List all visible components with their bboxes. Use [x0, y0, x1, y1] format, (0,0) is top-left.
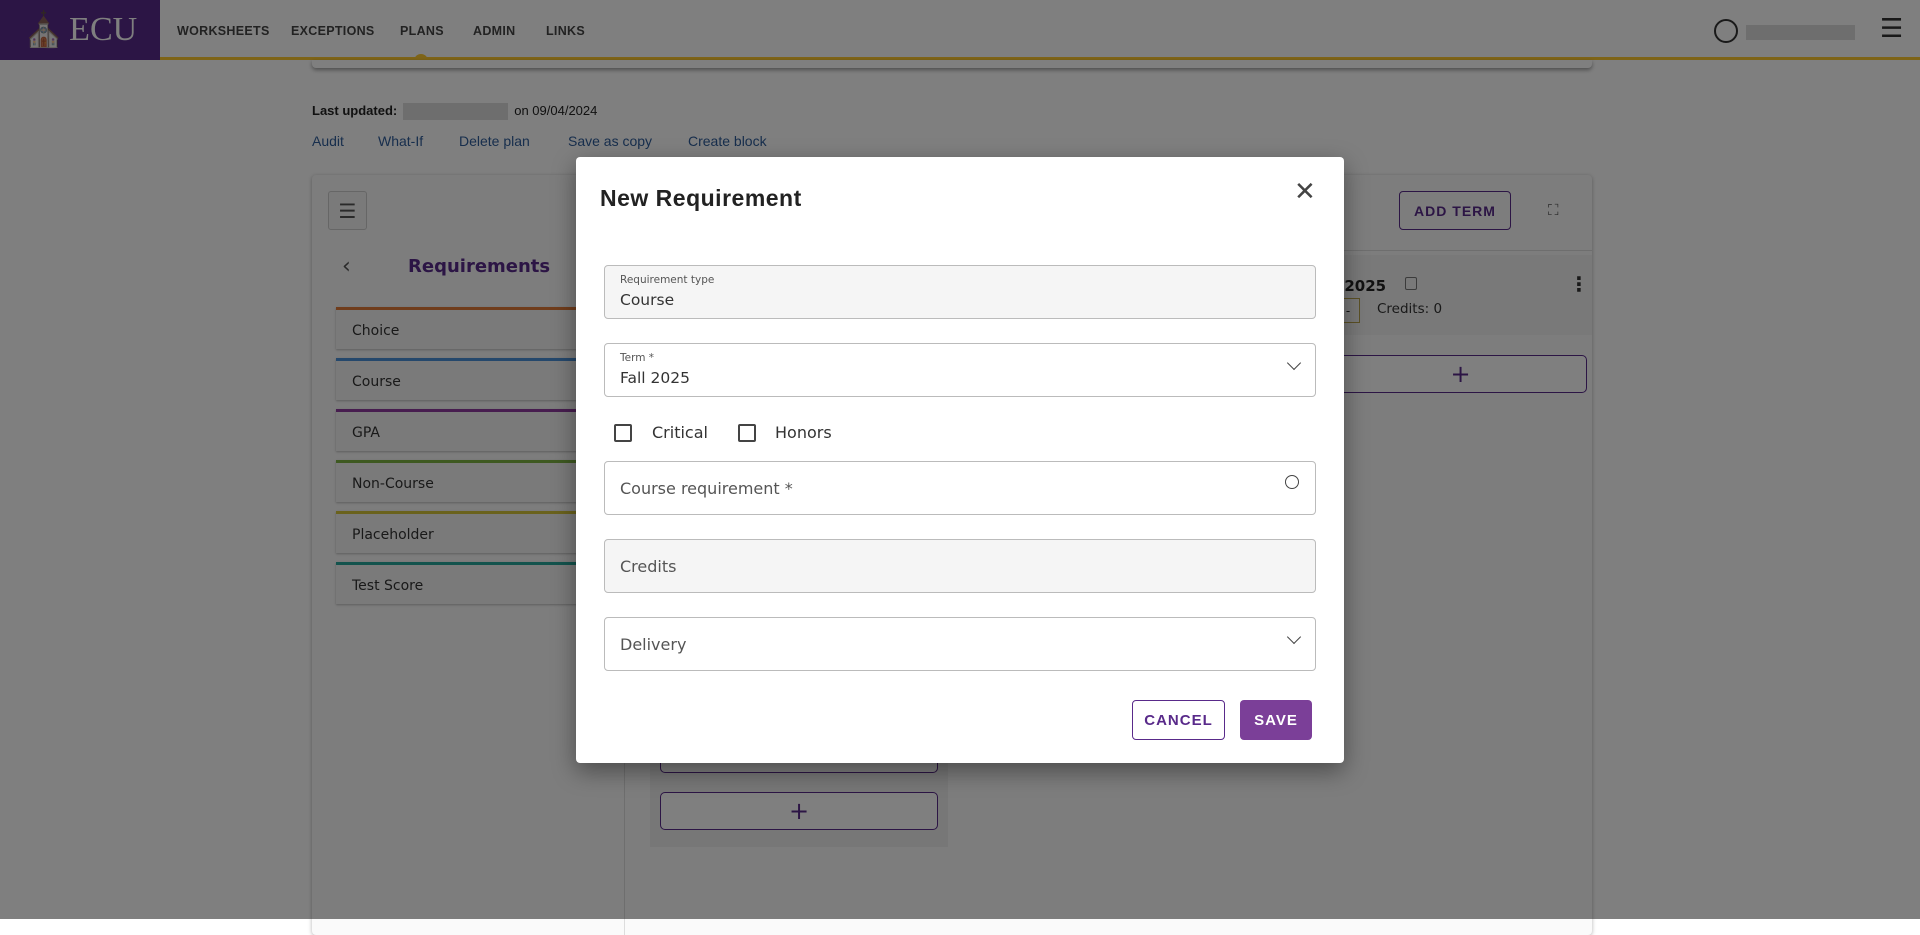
save-button[interactable]: SAVE [1240, 700, 1312, 740]
credits-input[interactable]: Credits [604, 539, 1316, 593]
delivery-select[interactable]: Delivery [604, 617, 1316, 671]
field-value: Fall 2025 [620, 369, 690, 387]
field-placeholder: Course requirement * [620, 479, 793, 498]
requirement-type-field[interactable]: Requirement type Course [604, 265, 1316, 319]
field-label: Term * [620, 352, 655, 364]
critical-label: Critical [652, 423, 708, 442]
course-requirement-input[interactable]: Course requirement * [604, 461, 1316, 515]
close-icon[interactable]: ✕ [1294, 177, 1316, 207]
cancel-button[interactable]: CANCEL [1132, 700, 1225, 740]
honors-label: Honors [775, 423, 832, 442]
chevron-down-icon [1286, 629, 1302, 645]
new-requirement-dialog: New Requirement ✕ Requirement type Cours… [576, 157, 1344, 763]
field-value: Course [620, 291, 675, 309]
term-select[interactable]: Term * Fall 2025 [604, 343, 1316, 397]
dialog-title: New Requirement [600, 185, 802, 211]
critical-checkbox[interactable] [614, 424, 632, 442]
field-label: Requirement type [620, 274, 715, 286]
field-placeholder: Delivery [620, 635, 687, 654]
search-icon[interactable] [1285, 475, 1299, 489]
chevron-down-icon [1286, 355, 1302, 371]
honors-checkbox[interactable] [738, 424, 756, 442]
field-placeholder: Credits [620, 557, 677, 576]
